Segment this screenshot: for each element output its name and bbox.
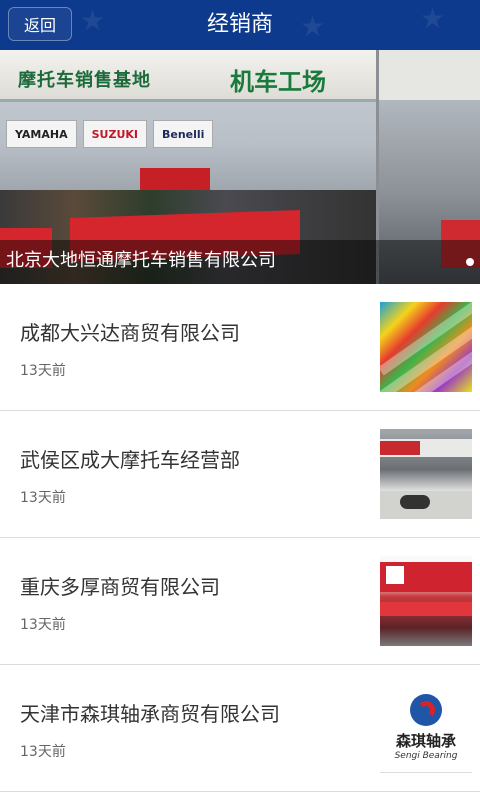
item-date: 13天前 [20,363,66,379]
list-item[interactable]: 重庆多厚商贸有限公司 13天前 [0,538,480,665]
item-title: 武侯区成大摩托车经营部 [20,448,240,472]
storefront-sign: 摩托车销售基地 机车工场 [0,50,376,102]
sengi-logo-icon [410,694,442,726]
banner-carousel[interactable]: 摩托车销售基地 机车工场 YAMAHA SUZUKI Benelli 北京大地恒… [0,50,480,284]
carousel-indicator-dot[interactable] [466,258,474,266]
logo-text-cn: 森琪轴承 [395,732,456,750]
sign-text: 摩托车销售基地 [18,70,151,91]
item-thumbnail [380,556,472,646]
brand-yamaha-logo: YAMAHA [6,120,77,148]
banner-caption-bar: 北京大地恒通摩托车销售有限公司 [0,240,480,284]
list-item[interactable]: 成都大兴达商贸有限公司 13天前 [0,284,480,411]
item-title: 重庆多厚商贸有限公司 [20,575,220,599]
dealer-list: 成都大兴达商贸有限公司 13天前 武侯区成大摩托车经营部 13天前 重庆多厚商贸… [0,284,480,792]
item-thumbnail: 森琪轴承 Sengi Bearing [380,683,472,773]
banner-caption: 北京大地恒通摩托车销售有限公司 [6,250,276,271]
brand-logos: YAMAHA SUZUKI Benelli [0,120,376,156]
item-thumbnail [380,429,472,519]
item-date: 13天前 [20,744,66,760]
list-item[interactable]: 武侯区成大摩托车经营部 13天前 [0,411,480,538]
brand-suzuki-logo: SUZUKI [82,120,147,148]
item-title: 天津市森琪轴承商贸有限公司 [20,702,280,726]
sign-text-right: 机车工场 [230,68,326,96]
app-header: ★ ★ ★ 返回 经销商 [0,0,480,50]
list-item[interactable]: 天津市森琪轴承商贸有限公司 13天前 森琪轴承 Sengi Bearing [0,665,480,792]
item-date: 13天前 [20,617,66,633]
brand-benelli-logo: Benelli [153,120,214,148]
storefront-sign [379,50,480,100]
logo-text-en: Sengi Bearing [394,751,458,761]
item-date: 13天前 [20,490,66,506]
page-title: 经销商 [206,12,273,37]
item-thumbnail [380,302,472,392]
item-title: 成都大兴达商贸有限公司 [20,321,240,345]
